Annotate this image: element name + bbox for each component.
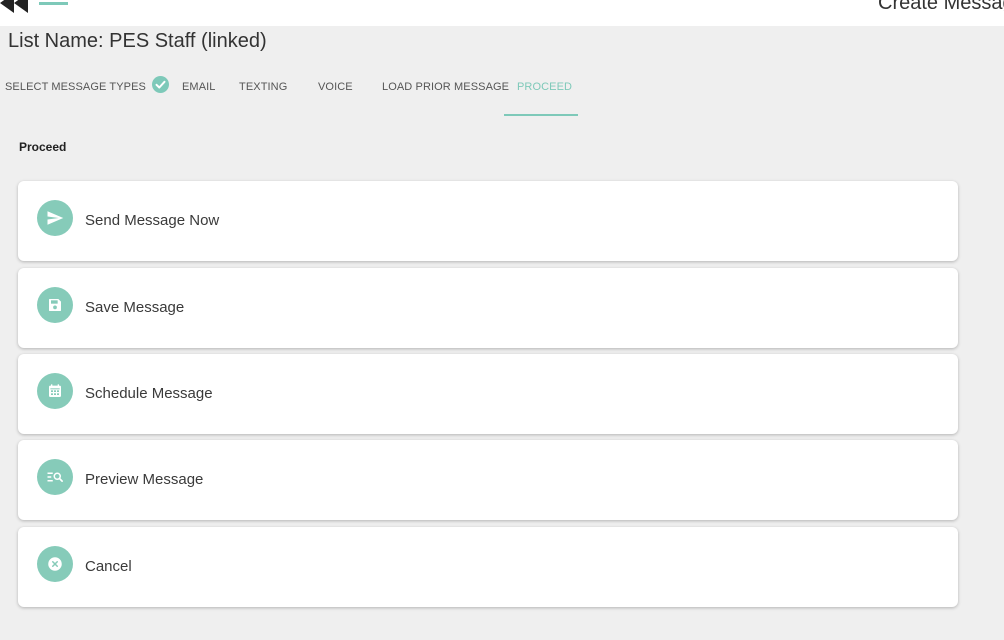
- top-bar: Create Message: [0, 0, 1004, 26]
- step-tabs: SELECT MESSAGE TYPES EMAIL TEXTING VOICE…: [0, 70, 700, 116]
- send-icon: [37, 200, 73, 236]
- tab-voice[interactable]: VOICE: [318, 70, 353, 116]
- back-icon[interactable]: [0, 0, 30, 16]
- tab-email[interactable]: EMAIL: [182, 70, 216, 116]
- tab-select-message-types[interactable]: SELECT MESSAGE TYPES: [5, 70, 146, 116]
- calendar-icon: [37, 373, 73, 409]
- save-message-button[interactable]: Save Message: [18, 268, 958, 348]
- action-label: Send Message Now: [85, 212, 220, 229]
- preview-search-icon: [37, 459, 73, 495]
- tab-load-prior-message[interactable]: LOAD PRIOR MESSAGE: [382, 70, 509, 116]
- active-tab-indicator: [504, 114, 578, 116]
- send-message-now-button[interactable]: Send Message Now: [18, 181, 958, 261]
- save-icon: [37, 287, 73, 323]
- schedule-message-button[interactable]: Schedule Message: [18, 354, 958, 434]
- action-label: Schedule Message: [85, 385, 213, 402]
- tab-texting[interactable]: TEXTING: [239, 70, 287, 116]
- preview-message-button[interactable]: Preview Message: [18, 440, 958, 520]
- action-label: Preview Message: [85, 471, 204, 488]
- cancel-button[interactable]: Cancel: [18, 527, 958, 607]
- tab-proceed[interactable]: PROCEED: [517, 70, 572, 116]
- cancel-icon: [37, 546, 73, 582]
- action-label: Save Message: [85, 299, 185, 316]
- action-label: Cancel: [85, 558, 132, 575]
- list-name: List Name: PES Staff (linked): [8, 30, 267, 52]
- hamburger-menu-icon[interactable]: [38, 0, 70, 16]
- check-circle-icon: [152, 76, 169, 93]
- section-label: Proceed: [19, 140, 67, 154]
- page-title: Create Message: [878, 0, 1004, 14]
